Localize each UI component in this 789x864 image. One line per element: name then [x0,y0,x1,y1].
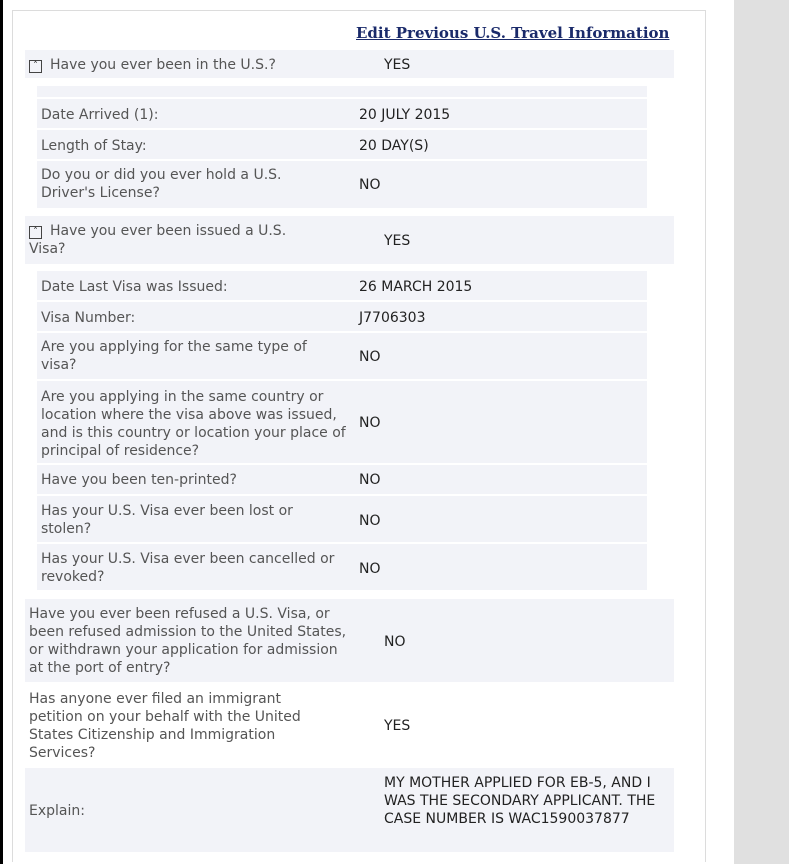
row-been-in-us: ˄ Have you ever been in the U.S.? YES [25,50,674,80]
question-immigrant-petition: Has anyone ever filed an immigrant petit… [29,691,301,761]
row-issued-visa: ˄ Have you ever been issued a U.S. Visa? … [25,216,674,266]
answer-date-last-visa: 26 MARCH 2015 [359,279,473,295]
answer-refused-visa: NO [384,634,406,650]
collapse-up-icon[interactable]: ˄ [29,60,42,73]
question-text: Have you ever been in the U.S.? [50,57,276,73]
row-visa-cancelled: Has your U.S. Visa ever been cancelled o… [37,544,647,592]
question-drivers-license: Do you or did you ever hold a U.S. Drive… [41,167,282,201]
question-length-of-stay: Length of Stay: [41,138,147,154]
answer-drivers-license: NO [359,177,381,193]
row-ten-printed: Have you been ten-printed? NO [37,465,647,496]
answer-issued-visa: YES [384,233,411,249]
answer-visa-number: J7706303 [359,310,426,326]
answer-ten-printed: NO [359,472,381,488]
window-left-border [0,0,3,864]
row-date-last-visa: Date Last Visa was Issued: 26 MARCH 2015 [37,271,647,302]
answer-same-visa-type: NO [359,349,381,365]
row-blank-spacer [37,86,647,99]
row-length-of-stay: Length of Stay: 20 DAY(S) [37,130,647,161]
answer-same-country: NO [359,415,381,431]
answer-visa-lost: NO [359,513,381,529]
collapse-up-icon[interactable]: ˄ [29,226,42,239]
question-ten-printed: Have you been ten-printed? [41,472,237,488]
question-refused-visa: Have you ever been refused a U.S. Visa, … [29,606,347,676]
row-visa-lost: Has your U.S. Visa ever been lost or sto… [37,496,647,544]
answer-date-arrived: 20 JULY 2015 [359,107,451,123]
answer-been-in-us: YES [384,57,411,73]
question-been-in-us: ˄ Have you ever been in the U.S.? [29,56,276,74]
question-explain: Explain: [29,803,85,819]
question-visa-lost: Has your U.S. Visa ever been lost or sto… [41,503,293,537]
right-side-panel [734,0,789,864]
row-immigrant-petition: Has anyone ever filed an immigrant petit… [25,684,674,768]
question-issued-visa: ˄ Have you ever been issued a U.S. Visa? [29,222,319,258]
question-visa-number: Visa Number: [41,310,136,326]
question-date-last-visa: Date Last Visa was Issued: [41,279,228,295]
row-same-country: Are you applying in the same country or … [37,381,647,465]
row-drivers-license: Do you or did you ever hold a U.S. Drive… [37,161,647,210]
row-explain: Explain: MY MOTHER APPLIED FOR EB-5, AND… [25,768,674,854]
row-refused-visa: Have you ever been refused a U.S. Visa, … [25,599,674,684]
answer-immigrant-petition: YES [384,718,411,734]
row-visa-number: Visa Number: J7706303 [37,302,647,333]
answer-visa-cancelled: NO [359,561,381,577]
row-date-arrived: Date Arrived (1): 20 JULY 2015 [37,99,647,130]
answer-length-of-stay: 20 DAY(S) [359,138,429,154]
row-same-visa-type: Are you applying for the same type of vi… [37,333,647,381]
edit-previous-travel-link[interactable]: Edit Previous U.S. Travel Information [356,24,669,42]
question-same-country: Are you applying in the same country or … [41,389,346,459]
question-text: Have you ever been issued a U.S. Visa? [29,223,287,257]
answer-explain: MY MOTHER APPLIED FOR EB-5, AND I WAS TH… [384,775,656,827]
question-visa-cancelled: Has your U.S. Visa ever been cancelled o… [41,551,335,585]
question-date-arrived: Date Arrived (1): [41,107,159,123]
question-same-visa-type: Are you applying for the same type of vi… [41,339,307,373]
